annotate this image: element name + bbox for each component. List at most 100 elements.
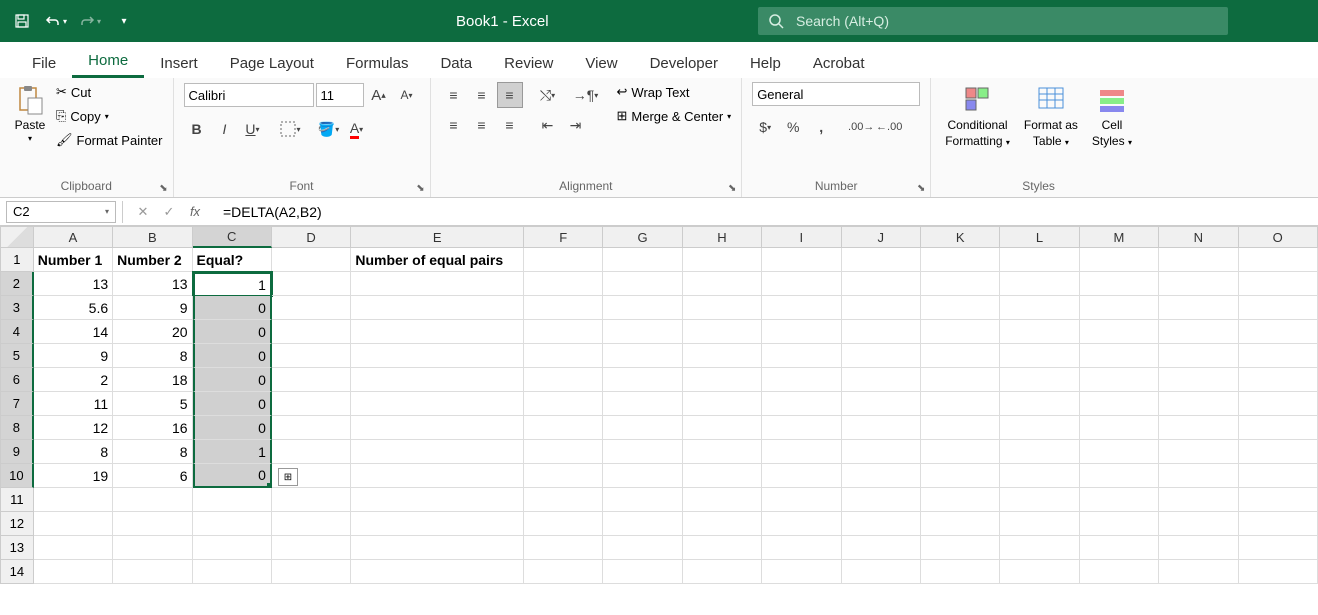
cell-M14[interactable]: [1080, 560, 1159, 584]
cell-N9[interactable]: [1159, 440, 1238, 464]
cell-J6[interactable]: [842, 368, 921, 392]
cell-G4[interactable]: [603, 320, 682, 344]
cell-I3[interactable]: [762, 296, 841, 320]
cell-H5[interactable]: [683, 344, 762, 368]
cell-B1[interactable]: Number 2: [113, 248, 192, 272]
cell-N7[interactable]: [1159, 392, 1238, 416]
row-header-14[interactable]: 14: [0, 560, 34, 584]
cell-N5[interactable]: [1159, 344, 1238, 368]
col-header-H[interactable]: H: [683, 226, 762, 248]
cell-M11[interactable]: [1080, 488, 1159, 512]
alignment-launcher[interactable]: ⬊: [725, 181, 739, 195]
cell-I6[interactable]: [762, 368, 841, 392]
cell-D3[interactable]: [272, 296, 351, 320]
cell-D6[interactable]: [272, 368, 351, 392]
cell-F10[interactable]: [524, 464, 603, 488]
cell-L5[interactable]: [1000, 344, 1079, 368]
cell-J12[interactable]: [842, 512, 921, 536]
cell-H3[interactable]: [683, 296, 762, 320]
cell-N11[interactable]: [1159, 488, 1238, 512]
cell-O11[interactable]: [1239, 488, 1318, 512]
cell-B5[interactable]: 8: [113, 344, 192, 368]
cell-F11[interactable]: [524, 488, 603, 512]
cell-I14[interactable]: [762, 560, 841, 584]
number-format-select[interactable]: [752, 82, 920, 106]
cell-L14[interactable]: [1000, 560, 1079, 584]
cell-B7[interactable]: 5: [113, 392, 192, 416]
col-header-B[interactable]: B: [113, 226, 192, 248]
cell-F1[interactable]: [524, 248, 603, 272]
fill-color-button[interactable]: 🪣▾: [316, 116, 342, 142]
cell-M4[interactable]: [1080, 320, 1159, 344]
percent-button[interactable]: %: [780, 114, 806, 140]
cell-O12[interactable]: [1239, 512, 1318, 536]
cell-B12[interactable]: [113, 512, 192, 536]
cell-I2[interactable]: [762, 272, 841, 296]
cell-G3[interactable]: [603, 296, 682, 320]
cell-B14[interactable]: [113, 560, 192, 584]
col-header-L[interactable]: L: [1000, 226, 1079, 248]
cell-H1[interactable]: [683, 248, 762, 272]
col-header-I[interactable]: I: [762, 226, 841, 248]
cell-F2[interactable]: [524, 272, 603, 296]
col-header-J[interactable]: J: [842, 226, 921, 248]
cell-N14[interactable]: [1159, 560, 1238, 584]
save-button[interactable]: [8, 7, 36, 35]
insert-function-button[interactable]: fx: [183, 201, 207, 223]
col-header-F[interactable]: F: [524, 226, 603, 248]
cell-D13[interactable]: [272, 536, 351, 560]
cell-O5[interactable]: [1239, 344, 1318, 368]
cell-J7[interactable]: [842, 392, 921, 416]
cell-O10[interactable]: [1239, 464, 1318, 488]
cell-F12[interactable]: [524, 512, 603, 536]
cell-E10[interactable]: [351, 464, 524, 488]
cell-L8[interactable]: [1000, 416, 1079, 440]
cell-N10[interactable]: [1159, 464, 1238, 488]
cell-A8[interactable]: 12: [34, 416, 113, 440]
cancel-formula-button[interactable]: ✕: [131, 201, 155, 223]
format-as-table-button[interactable]: Format as Table ▾: [1020, 82, 1082, 150]
cell-K11[interactable]: [921, 488, 1000, 512]
cell-C10[interactable]: 0: [193, 464, 272, 488]
cell-O7[interactable]: [1239, 392, 1318, 416]
cell-M6[interactable]: [1080, 368, 1159, 392]
cell-K2[interactable]: [921, 272, 1000, 296]
cell-C12[interactable]: [193, 512, 272, 536]
cell-I10[interactable]: [762, 464, 841, 488]
search-input[interactable]: Search (Alt+Q): [758, 7, 1228, 35]
cell-O6[interactable]: [1239, 368, 1318, 392]
cell-F14[interactable]: [524, 560, 603, 584]
cell-A7[interactable]: 11: [34, 392, 113, 416]
cell-H4[interactable]: [683, 320, 762, 344]
cell-I11[interactable]: [762, 488, 841, 512]
cell-E5[interactable]: [351, 344, 524, 368]
format-painter-button[interactable]: 🖌 Format Painter: [56, 130, 163, 150]
cell-H12[interactable]: [683, 512, 762, 536]
cell-E9[interactable]: [351, 440, 524, 464]
cell-K12[interactable]: [921, 512, 1000, 536]
cell-K9[interactable]: [921, 440, 1000, 464]
col-header-G[interactable]: G: [603, 226, 682, 248]
cell-C6[interactable]: 0: [193, 368, 272, 392]
cell-L11[interactable]: [1000, 488, 1079, 512]
cell-L10[interactable]: [1000, 464, 1079, 488]
formula-input[interactable]: [215, 201, 1318, 223]
cell-H2[interactable]: [683, 272, 762, 296]
italic-button[interactable]: I: [212, 116, 238, 142]
cell-H11[interactable]: [683, 488, 762, 512]
cell-I9[interactable]: [762, 440, 841, 464]
row-header-8[interactable]: 8: [0, 416, 34, 440]
cell-J9[interactable]: [842, 440, 921, 464]
tab-home[interactable]: Home: [72, 44, 144, 78]
cell-K7[interactable]: [921, 392, 1000, 416]
cell-E12[interactable]: [351, 512, 524, 536]
cell-G5[interactable]: [603, 344, 682, 368]
col-header-K[interactable]: K: [921, 226, 1000, 248]
cell-M7[interactable]: [1080, 392, 1159, 416]
row-header-12[interactable]: 12: [0, 512, 34, 536]
col-header-N[interactable]: N: [1159, 226, 1238, 248]
wrap-text-button[interactable]: ↩ Wrap Text: [617, 82, 732, 102]
cell-E6[interactable]: [351, 368, 524, 392]
cell-G6[interactable]: [603, 368, 682, 392]
cell-G2[interactable]: [603, 272, 682, 296]
